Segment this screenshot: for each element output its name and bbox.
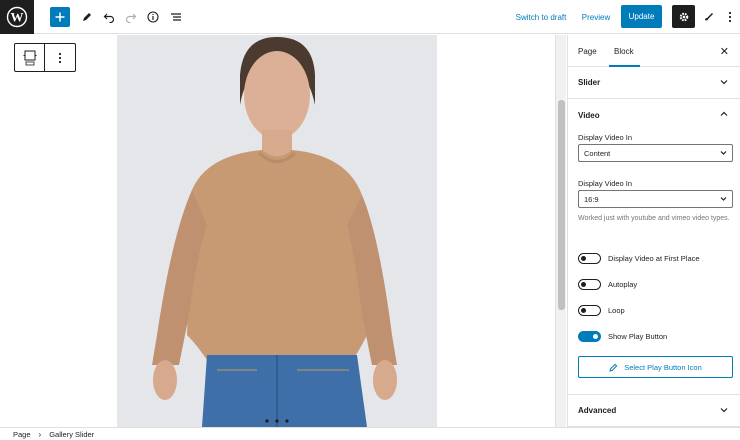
- gallery-slider-image[interactable]: [117, 35, 437, 427]
- aspect-ratio-label: Display Video In: [578, 179, 633, 188]
- panel-video: Video Display Video In Content Display V…: [568, 99, 740, 395]
- panel-slider[interactable]: Slider: [568, 67, 740, 99]
- toggle-row-autoplay[interactable]: Autoplay: [578, 278, 637, 290]
- wordpress-logo-icon[interactable]: W: [0, 0, 34, 34]
- panel-slider-title: Slider: [578, 78, 601, 87]
- first-place-toggle[interactable]: [578, 252, 601, 264]
- list-view-icon: [171, 13, 181, 21]
- chevron-down-icon: [720, 408, 728, 413]
- video-help-text: Worked just with youtube and vimeo video…: [578, 215, 730, 222]
- display-video-in-value: Content: [584, 148, 611, 158]
- brush-icon: [705, 13, 713, 21]
- more-vertical-icon: [728, 11, 732, 23]
- redo-icon: [125, 13, 137, 23]
- toggle-row-loop[interactable]: Loop: [578, 304, 625, 316]
- autoplay-label: Autoplay: [608, 279, 638, 289]
- pencil-icon: [83, 13, 91, 21]
- panel-video-title: Video: [578, 110, 600, 120]
- loop-toggle[interactable]: [578, 304, 601, 316]
- options-button[interactable]: [723, 6, 737, 28]
- scrollbar-thumb[interactable]: [558, 100, 565, 310]
- display-video-in-label: Display Video In: [578, 133, 633, 142]
- sidebar-tabs: Page Block ✕: [568, 35, 740, 67]
- display-video-in-select[interactable]: Content: [578, 144, 733, 162]
- first-place-label: Display Video at First Place: [608, 253, 700, 263]
- chevron-down-icon: [720, 197, 727, 201]
- gear-icon: [679, 12, 688, 21]
- panel-video-header[interactable]: Video: [568, 99, 740, 131]
- tab-page[interactable]: Page: [578, 35, 597, 67]
- select-play-button-icon-label: Select Play Button Icon: [624, 362, 702, 372]
- tab-block[interactable]: Block: [609, 35, 640, 67]
- gallery-slider-icon: [23, 50, 36, 65]
- redo-button[interactable]: [123, 6, 139, 28]
- details-button[interactable]: [145, 6, 161, 28]
- breadcrumb-item-page[interactable]: Page: [13, 430, 31, 439]
- chevron-down-icon: [720, 151, 727, 155]
- pencil-icon: [609, 363, 618, 372]
- aspect-ratio-value: 16:9: [584, 194, 599, 204]
- switch-to-draft-button[interactable]: Switch to draft: [513, 6, 569, 28]
- block-type-button[interactable]: [15, 44, 45, 71]
- undo-button[interactable]: [101, 6, 117, 28]
- panel-advanced-title: Advanced: [578, 406, 617, 415]
- more-vertical-icon: [58, 52, 62, 63]
- toggle-row-first-place[interactable]: Display Video at First Place: [578, 252, 700, 264]
- breadcrumb-item-gallery-slider[interactable]: Gallery Slider: [49, 430, 94, 439]
- editor-header: W Switch to draft Preview Update: [0, 0, 740, 34]
- canvas-scrollbar[interactable]: [555, 35, 566, 427]
- close-icon[interactable]: ✕: [720, 45, 729, 58]
- info-icon: [147, 11, 159, 23]
- undo-icon: [103, 13, 115, 23]
- autoplay-toggle[interactable]: [578, 278, 601, 290]
- settings-sidebar: Page Block ✕ Slider Video Display Video …: [567, 35, 740, 427]
- slide-photo: [117, 35, 437, 427]
- update-button[interactable]: Update: [621, 5, 662, 28]
- settings-button[interactable]: [672, 5, 695, 28]
- block-toolbar: [14, 43, 76, 72]
- breadcrumb: Page › Gallery Slider: [0, 427, 740, 440]
- tools-button[interactable]: [79, 6, 95, 28]
- svg-text:W: W: [11, 10, 24, 25]
- styles-button[interactable]: [700, 6, 716, 28]
- list-view-button[interactable]: [168, 6, 184, 28]
- select-play-button-icon-button[interactable]: Select Play Button Icon: [578, 356, 733, 378]
- panel-advanced[interactable]: Advanced: [568, 395, 740, 427]
- chevron-right-icon: ›: [38, 429, 42, 439]
- loop-label: Loop: [608, 305, 625, 315]
- chevron-up-icon: [720, 111, 728, 116]
- aspect-ratio-select[interactable]: 16:9: [578, 190, 733, 208]
- add-block-button[interactable]: [50, 7, 70, 27]
- toggle-row-play-button[interactable]: Show Play Button: [578, 330, 667, 342]
- preview-button[interactable]: Preview: [580, 6, 612, 28]
- block-options-button[interactable]: [45, 44, 75, 71]
- chevron-down-icon: [720, 80, 728, 85]
- show-play-button-toggle[interactable]: [578, 330, 601, 342]
- plus-icon: [55, 12, 65, 22]
- show-play-button-label: Show Play Button: [608, 331, 668, 341]
